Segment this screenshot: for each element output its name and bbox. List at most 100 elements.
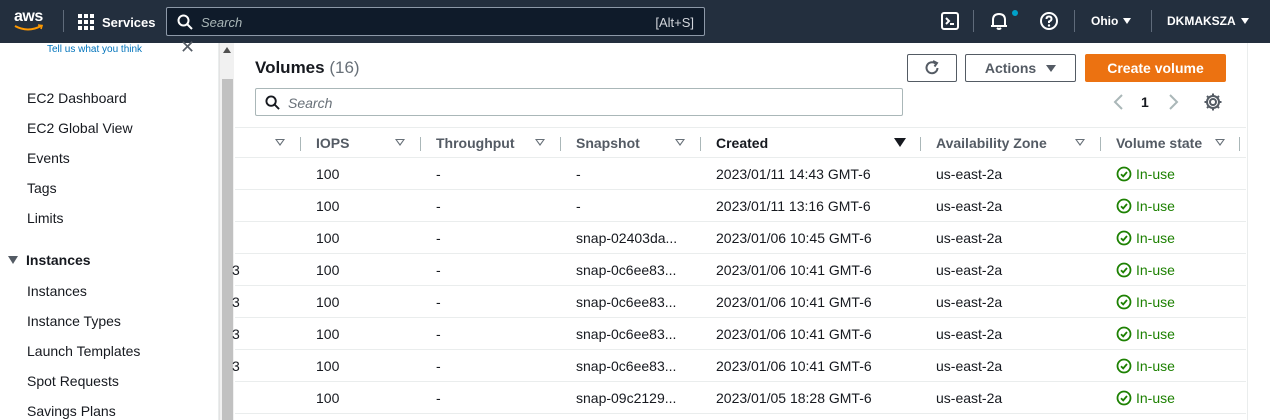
- global-search-input[interactable]: Search [Alt+S]: [166, 7, 705, 36]
- sidebar-item-tags[interactable]: Tags: [27, 180, 57, 196]
- services-label: Services: [102, 14, 156, 30]
- table-row[interactable]: 3 100 - snap-0c6ee83... 2023/01/06 10:41…: [232, 318, 1246, 350]
- caret-down-icon: [1046, 64, 1057, 72]
- volume-state-cell: In-use: [1116, 294, 1175, 310]
- check-circle-icon: [1116, 166, 1132, 182]
- sort-icon[interactable]: [535, 139, 545, 146]
- volume-state-cell: In-use: [1116, 262, 1175, 278]
- chevron-right-icon[interactable]: [1165, 93, 1181, 111]
- sidebar-section-instances[interactable]: Instances: [8, 252, 91, 268]
- table-row[interactable]: 100 - - 2023/01/11 14:43 GMT-6 us-east-2…: [235, 158, 1246, 190]
- sidebar-item-events[interactable]: Events: [27, 150, 70, 166]
- availability-zone-cell: us-east-2a: [936, 166, 1003, 182]
- sidebar-item-ec2-global-view[interactable]: EC2 Global View: [27, 120, 133, 136]
- sort-icon[interactable]: [275, 139, 285, 146]
- throughput-cell: -: [436, 358, 441, 374]
- created-cell: 2023/01/06 10:41 GMT-6: [716, 358, 872, 374]
- account-label: DKMAKSZA: [1167, 14, 1236, 28]
- table-row[interactable]: 3 100 - snap-0c6ee83... 2023/01/06 10:41…: [232, 286, 1246, 318]
- current-page-number[interactable]: 1: [1141, 94, 1149, 110]
- nav-divider: [973, 10, 974, 32]
- aws-logo[interactable]: aws: [14, 8, 48, 34]
- sidebar-item-savings-plans[interactable]: Savings Plans: [27, 403, 116, 419]
- snapshot-cell: -: [576, 198, 581, 214]
- sort-icon[interactable]: [395, 139, 405, 146]
- column-divider[interactable]: [1100, 137, 1101, 151]
- volume-state-cell: In-use: [1116, 358, 1175, 374]
- refresh-button[interactable]: [907, 54, 957, 82]
- snapshot-cell: snap-0c6ee83...: [576, 358, 677, 374]
- iops-cell: 100: [316, 230, 340, 246]
- sidebar-item-spot-requests[interactable]: Spot Requests: [27, 373, 119, 389]
- column-header-throughput[interactable]: Throughput: [436, 135, 515, 151]
- column-header-iops[interactable]: IOPS: [316, 135, 349, 151]
- throughput-cell: -: [436, 390, 441, 406]
- cloudshell-icon[interactable]: [940, 11, 960, 31]
- region-label: Ohio: [1091, 14, 1119, 28]
- volume-state-cell: In-use: [1116, 326, 1175, 342]
- column-divider[interactable]: [300, 137, 301, 151]
- check-circle-icon: [1116, 390, 1132, 406]
- main-scrollbar[interactable]: [1247, 43, 1270, 420]
- sidebar-item-ec2-dashboard[interactable]: EC2 Dashboard: [27, 90, 127, 106]
- sort-icon[interactable]: [675, 139, 685, 146]
- sidebar-item-instances[interactable]: Instances: [27, 283, 87, 299]
- column-divider[interactable]: [560, 137, 561, 151]
- iops-cell: 100: [316, 294, 340, 310]
- volume-filter-input[interactable]: Search: [255, 88, 903, 116]
- search-icon: [177, 14, 193, 30]
- sort-icon[interactable]: [1075, 139, 1085, 146]
- column-header-volume-state[interactable]: Volume state: [1116, 135, 1202, 151]
- global-search-placeholder: Search: [201, 15, 243, 30]
- search-icon: [265, 95, 280, 110]
- iops-cell: 100: [316, 166, 340, 182]
- table-row[interactable]: 3 100 - snap-0c6ee83... 2023/01/06 10:41…: [232, 254, 1246, 286]
- caret-down-icon: [8, 256, 18, 264]
- created-cell: 2023/01/06 10:41 GMT-6: [716, 262, 872, 278]
- availability-zone-cell: us-east-2a: [936, 390, 1003, 406]
- sidebar-item-launch-templates[interactable]: Launch Templates: [27, 343, 140, 359]
- table-row[interactable]: 100 - snap-02403da... 2023/01/06 10:45 G…: [235, 222, 1246, 254]
- throughput-cell: -: [436, 230, 441, 246]
- help-icon[interactable]: [1039, 11, 1059, 31]
- truncated-cell: 3: [232, 294, 240, 310]
- chevron-left-icon[interactable]: [1111, 93, 1127, 111]
- region-selector[interactable]: Ohio: [1091, 14, 1132, 28]
- sidebar-item-instance-types[interactable]: Instance Types: [27, 313, 121, 329]
- sort-descending-icon[interactable]: [894, 138, 906, 147]
- column-header-availability-zone[interactable]: Availability Zone: [936, 135, 1047, 151]
- column-divider[interactable]: [920, 137, 921, 151]
- create-volume-button[interactable]: Create volume: [1085, 54, 1226, 82]
- chevron-down-icon: [1240, 18, 1249, 24]
- volume-state-label: In-use: [1136, 198, 1175, 214]
- column-divider[interactable]: [420, 137, 421, 151]
- column-divider[interactable]: [700, 137, 701, 151]
- table-row[interactable]: 100 - - 2023/01/11 13:16 GMT-6 us-east-2…: [235, 190, 1246, 222]
- snapshot-cell: snap-0c6ee83...: [576, 326, 677, 342]
- iops-cell: 100: [316, 358, 340, 374]
- actions-dropdown-button[interactable]: Actions: [965, 54, 1076, 82]
- table-row[interactable]: 3 100 - snap-0c6ee83... 2023/01/06 10:41…: [232, 350, 1246, 382]
- column-divider[interactable]: [1239, 137, 1240, 151]
- column-header-created[interactable]: Created: [716, 135, 768, 151]
- volumes-title: Volumes: [255, 58, 325, 77]
- chevron-down-icon: [1123, 18, 1132, 24]
- availability-zone-cell: us-east-2a: [936, 198, 1003, 214]
- volume-state-label: In-use: [1136, 166, 1175, 182]
- column-header-snapshot[interactable]: Snapshot: [576, 135, 640, 151]
- sidebar-item-limits[interactable]: Limits: [27, 210, 64, 226]
- gear-icon[interactable]: [1203, 92, 1223, 112]
- volume-state-label: In-use: [1136, 262, 1175, 278]
- bell-icon[interactable]: [989, 11, 1009, 31]
- snapshot-cell: snap-0c6ee83...: [576, 262, 677, 278]
- feedback-link[interactable]: Tell us what you think: [47, 44, 142, 55]
- volume-state-label: In-use: [1136, 326, 1175, 342]
- services-menu-button[interactable]: Services: [78, 12, 156, 32]
- table-row[interactable]: 100 - snap-09c2129... 2023/01/05 18:28 G…: [235, 382, 1246, 414]
- scroll-up-icon[interactable]: [223, 47, 231, 53]
- close-icon[interactable]: ✕: [180, 37, 195, 58]
- aws-smile-icon: [14, 24, 44, 31]
- services-grid-icon: [78, 14, 94, 30]
- account-menu[interactable]: DKMAKSZA: [1167, 14, 1249, 28]
- sort-icon[interactable]: [1215, 139, 1225, 146]
